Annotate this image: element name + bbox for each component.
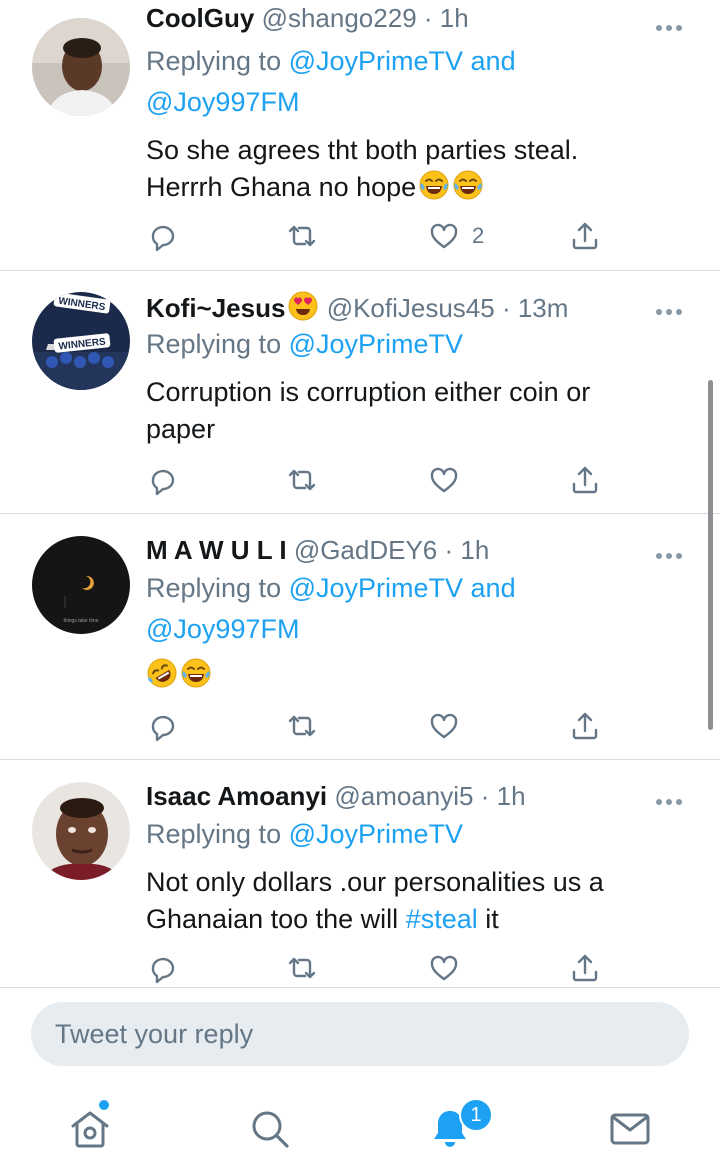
- like-icon[interactable]: [428, 950, 460, 986]
- tweet-item[interactable]: CoolGuy @shango229 · 1h Replying to @Joy…: [0, 0, 720, 271]
- replying-to: Replying to @JoyPrimeTV: [146, 324, 680, 365]
- avatar[interactable]: [32, 782, 130, 880]
- tweet-actions: [0, 708, 720, 748]
- tweet-text: Not only dollars .our personalities us a…: [146, 864, 680, 938]
- tweet-header: CoolGuy @shango229 · 1h: [146, 2, 650, 34]
- replying-prefix: Replying to: [146, 46, 282, 76]
- replying-to: Replying to @JoyPrimeTV and @Joy997FM: [146, 41, 680, 123]
- messages-icon[interactable]: [608, 1107, 652, 1151]
- replying-prefix: Replying to: [146, 573, 282, 603]
- replying-prefix: Replying to: [146, 819, 282, 849]
- tweet-time: · 1h: [480, 781, 526, 811]
- rolling-on-floor-laughing-icon: [146, 657, 178, 689]
- tweet-header: M A W U L I @GadDEY6 · 1h: [146, 534, 650, 566]
- tweet-text-line: So she agrees tht both parties steal.: [146, 135, 579, 165]
- tweet-header: Isaac Amoanyi @amoanyi5 · 1h: [146, 780, 650, 812]
- tweet-text-line: Herrrh Ghana no hope: [146, 172, 417, 202]
- home-unread-dot: [99, 1100, 109, 1110]
- tweet-text-line: paper: [146, 414, 216, 444]
- tweet-header: Kofi~Jesus @KofiJesus45 · 13m: [146, 290, 650, 322]
- tweet-item[interactable]: things take time M A W U L I @GadDEY6 · …: [0, 514, 720, 760]
- like-icon: [428, 220, 460, 252]
- hashtag-link[interactable]: #steal: [406, 904, 478, 934]
- replying-targets-link[interactable]: @JoyPrimeTV: [289, 819, 463, 849]
- author-name[interactable]: M A W U L I: [146, 535, 287, 565]
- tweet-text-line: it: [485, 904, 499, 934]
- tweet-text: [146, 657, 680, 694]
- tweet-text: So she agrees tht both parties steal. He…: [146, 132, 680, 206]
- replying-targets-link[interactable]: @Joy997FM: [146, 87, 299, 117]
- tweet-text-line: Not only dollars .our personalities us a: [146, 867, 604, 897]
- tweet-actions: [0, 950, 720, 987]
- retweet-icon[interactable]: [286, 708, 318, 744]
- author-handle[interactable]: @amoanyi5: [334, 781, 473, 811]
- like-count: 2: [472, 223, 485, 248]
- face-with-tears-of-joy-icon: [418, 169, 450, 201]
- retweet-icon[interactable]: [286, 950, 318, 986]
- tweet-actions: [0, 462, 720, 502]
- replying-to: Replying to @JoyPrimeTV and @Joy997FM: [146, 568, 680, 650]
- tweet-text-line: Corruption is corruption either coin or: [146, 377, 591, 407]
- author-name[interactable]: Kofi~Jesus: [146, 293, 285, 322]
- reply-input[interactable]: Tweet your reply: [31, 1002, 689, 1066]
- tweet-item[interactable]: Isaac Amoanyi @amoanyi5 · 1h Replying to…: [0, 760, 720, 987]
- replying-to: Replying to @JoyPrimeTV: [146, 814, 680, 855]
- home-icon[interactable]: [68, 1107, 112, 1151]
- bottom-tab-bar: [0, 1077, 720, 1176]
- reply-icon[interactable]: [146, 218, 178, 254]
- avatar[interactable]: WINNERS WINNERS: [32, 292, 130, 390]
- share-icon[interactable]: [569, 950, 601, 986]
- avatar-caption: things take time: [63, 618, 98, 624]
- author-handle[interactable]: @GadDEY6: [294, 535, 437, 565]
- replying-targets-link[interactable]: @JoyPrimeTV: [289, 329, 463, 359]
- more-options-icon[interactable]: [656, 792, 688, 805]
- author-name[interactable]: CoolGuy: [146, 3, 254, 33]
- like-icon[interactable]: [428, 462, 460, 498]
- face-with-tears-of-joy-icon: [452, 169, 484, 201]
- like-icon[interactable]: [428, 708, 460, 744]
- tweet-text: Corruption is corruption either coin or …: [146, 374, 680, 448]
- avatar[interactable]: [32, 18, 130, 116]
- reply-icon[interactable]: [146, 708, 178, 744]
- scrollbar[interactable]: [708, 380, 713, 730]
- replying-targets-link[interactable]: @JoyPrimeTV and: [289, 46, 516, 76]
- retweet-icon[interactable]: [286, 218, 318, 254]
- tweet-item[interactable]: WINNERS WINNERS Kofi~Jesus @KofiJesus45 …: [0, 270, 720, 514]
- more-options-icon[interactable]: [656, 546, 688, 559]
- replying-prefix: Replying to: [146, 329, 282, 359]
- retweet-icon[interactable]: [286, 462, 318, 498]
- avatar[interactable]: things take time: [32, 536, 130, 634]
- tweet-text-line: Ghanaian too the will: [146, 904, 399, 934]
- more-options-icon[interactable]: [656, 302, 688, 315]
- smiling-face-with-heart-eyes-icon: [287, 290, 319, 322]
- reply-icon[interactable]: [146, 462, 178, 498]
- more-options-icon[interactable]: [656, 18, 688, 31]
- like-button[interactable]: 2: [428, 218, 484, 254]
- reply-placeholder: Tweet your reply: [55, 1018, 254, 1049]
- tweet-time: · 1h: [423, 3, 469, 33]
- reply-icon[interactable]: [146, 950, 178, 986]
- share-icon[interactable]: [569, 218, 601, 254]
- replying-targets-link[interactable]: @Joy997FM: [146, 614, 299, 644]
- author-handle[interactable]: @KofiJesus45: [327, 293, 495, 322]
- reply-composer: Tweet your reply: [0, 987, 720, 1078]
- share-icon[interactable]: [569, 708, 601, 744]
- tweet-time: · 1h: [444, 535, 490, 565]
- face-with-tears-of-joy-icon: [180, 657, 212, 689]
- author-name[interactable]: Isaac Amoanyi: [146, 781, 327, 811]
- replying-targets-link[interactable]: @JoyPrimeTV and: [289, 573, 516, 603]
- notification-badge: 1: [459, 1098, 493, 1132]
- search-icon[interactable]: [248, 1107, 292, 1151]
- tweet-time: · 13m: [501, 293, 569, 322]
- tweet-actions: 2: [0, 218, 720, 258]
- share-icon[interactable]: [569, 462, 601, 498]
- author-handle[interactable]: @shango229: [262, 3, 417, 33]
- reply-feed[interactable]: CoolGuy @shango229 · 1h Replying to @Joy…: [0, 0, 720, 987]
